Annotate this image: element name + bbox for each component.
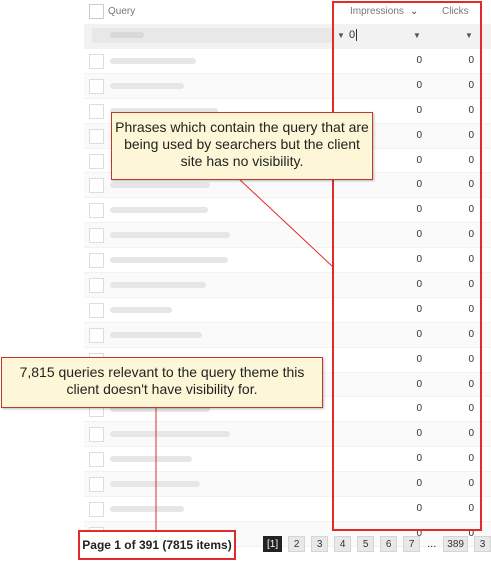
callout-pointer-line	[237, 177, 333, 267]
page-button[interactable]: 5	[357, 535, 375, 552]
callout-bottom: 7,815 queries relevant to the query them…	[1, 357, 323, 408]
callout-top-text: Phrases which contain the query that are…	[115, 119, 369, 169]
page-button-current[interactable]: [1]	[263, 535, 283, 552]
callout-top: Phrases which contain the query that are…	[111, 112, 373, 180]
page-button[interactable]: 3	[311, 535, 329, 552]
pagination-ellipsis: ...	[427, 537, 437, 550]
page-info: Page 1 of 391 (7815 items)	[78, 530, 236, 560]
annotation-lines	[155, 177, 333, 530]
pagination: [1] 2 3 4 5 6 7... 389 3	[263, 535, 491, 552]
page-button[interactable]: 6	[380, 535, 398, 552]
page-button[interactable]: 3	[473, 535, 491, 552]
callout-bottom-text: 7,815 queries relevant to the query them…	[19, 364, 305, 397]
page-button[interactable]: 4	[334, 535, 352, 552]
page-button[interactable]: 2	[288, 535, 306, 552]
page-button[interactable]: 389	[443, 535, 468, 552]
page-button[interactable]: 7	[403, 535, 421, 552]
